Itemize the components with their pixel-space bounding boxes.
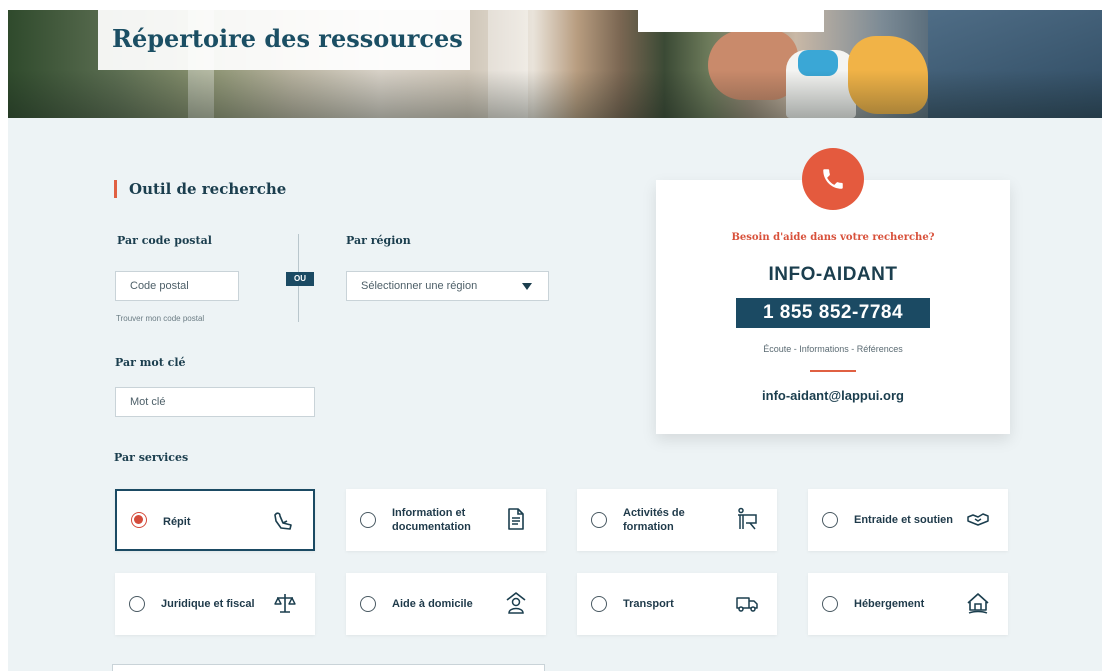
help-brand: INFO-AIDANT [768,264,898,285]
service-label: Juridique et fiscal [161,598,255,610]
handshake-icon [967,513,989,526]
help-phone-number[interactable]: 1 855 852-7784 [736,298,930,328]
chevron-down-icon [522,283,532,290]
partial-input[interactable] [112,664,545,671]
phone-icon [823,169,843,189]
page-title-box: Répertoire des ressources [98,10,470,70]
radio-button[interactable] [591,512,607,528]
hand-heart-icon [274,512,292,530]
help-panel: Besoin d'aide dans votre recherche? INFO… [656,180,1010,434]
radio-button[interactable] [591,596,607,612]
service-card-information[interactable]: Information et documentation [346,489,546,551]
service-label: Transport [623,598,674,610]
help-tagline: Écoute - Informations - Références [763,344,903,354]
region-label: Par région [346,234,411,247]
service-card-formation[interactable]: Activités de formation [577,489,777,551]
radio-button[interactable] [129,596,145,612]
or-separator: OU [286,272,314,286]
home-aide-icon [506,592,526,614]
service-label: Information et documentation [392,507,471,533]
divider [810,370,856,372]
service-card-entraide[interactable]: Entraide et soutien [808,489,1008,551]
phone-icon-badge [802,148,864,210]
service-card-hebergement[interactable]: Hébergement [808,573,1008,635]
help-email-link[interactable]: info-aidant@lappui.org [656,388,1010,403]
service-card-juridique[interactable]: Juridique et fiscal [115,573,315,635]
service-label: Hébergement [854,598,925,610]
truck-icon [736,597,758,612]
help-question: Besoin d'aide dans votre recherche? [731,232,935,243]
scales-icon [274,594,296,613]
hero-banner: Répertoire des ressources [8,10,1102,118]
service-card-transport[interactable]: Transport [577,573,777,635]
service-label: Entraide et soutien [854,514,954,526]
region-select-value: Sélectionner une région [361,280,478,292]
search-tool-title: Outil de recherche [114,180,286,198]
page-title: Répertoire des ressources [112,24,463,53]
postal-code-label: Par code postal [117,234,212,247]
keyword-input[interactable]: Mot clé [115,387,315,417]
radio-button[interactable] [360,596,376,612]
service-label: Activités de formation [623,507,685,533]
radio-button[interactable] [822,596,838,612]
presentation-board-icon [738,507,757,530]
services-label: Par services [114,451,189,464]
house-icon [967,593,989,614]
service-label: Aide à domicile [392,598,473,610]
find-postal-code-link[interactable]: Trouver mon code postal [116,314,204,323]
region-select[interactable]: Sélectionner une région [346,271,549,301]
service-label: Répit [163,516,191,528]
radio-button[interactable] [131,512,147,528]
service-card-repit[interactable]: Répit [115,489,315,551]
service-card-aide-domicile[interactable]: Aide à domicile [346,573,546,635]
document-icon [508,508,524,530]
postal-code-input[interactable]: Code postal [115,271,239,301]
radio-button[interactable] [822,512,838,528]
radio-button[interactable] [360,512,376,528]
page: Répertoire des ressources Outil de reche… [8,10,1102,671]
keyword-label: Par mot clé [115,356,186,369]
